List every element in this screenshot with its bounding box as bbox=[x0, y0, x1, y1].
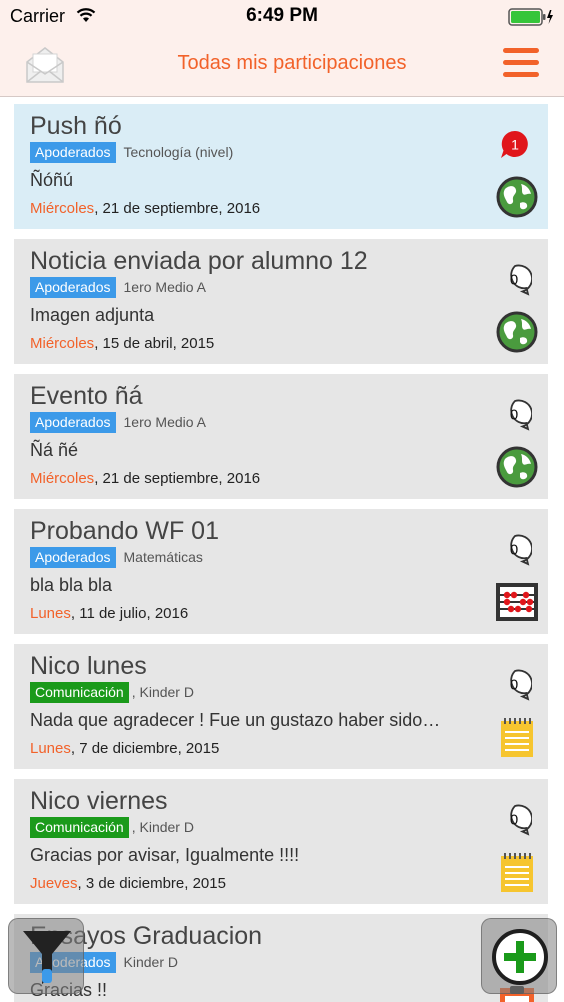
filter-funnel-icon bbox=[23, 931, 71, 984]
item-course: 1ero Medio A bbox=[123, 279, 207, 295]
add-button[interactable] bbox=[481, 918, 557, 994]
item-preview-text: Ñá ñé bbox=[30, 440, 79, 460]
item-tag-row: Apoderados Matemáticas bbox=[30, 546, 203, 568]
add-plus-icon bbox=[492, 929, 548, 985]
audience-badge: Apoderados bbox=[30, 546, 116, 568]
item-preview-text: Nada que agradecer ! Fue un gustazo habe… bbox=[30, 710, 441, 730]
comment-bubble-icon[interactable]: 0 bbox=[498, 398, 532, 432]
list-item[interactable]: Push ñó Apoderados Tecnología (nivel) Ñóñú M… bbox=[14, 104, 548, 229]
item-title: Noticia enviada por alumno 12 bbox=[30, 247, 368, 275]
comment-count: 0 bbox=[510, 677, 518, 694]
item-date: Miércoles, 21 de septiembre, 2016 bbox=[30, 470, 260, 487]
item-tag-row: Comunicación, Kinder D bbox=[30, 816, 194, 838]
comment-bubble-icon[interactable]: 0 bbox=[498, 263, 532, 297]
list-item[interactable]: Nico viernes Comunicación, Kinder D Gracia… bbox=[14, 779, 548, 904]
notepad-icon bbox=[496, 716, 538, 758]
comment-bubble-icon[interactable]: 0 bbox=[498, 668, 532, 702]
item-title: Evento ñá bbox=[30, 382, 143, 410]
battery-icon bbox=[508, 8, 553, 26]
item-date: Jueves, 3 de diciembre, 2015 bbox=[30, 875, 226, 892]
list-item[interactable]: Probando WF 01 Apoderados Matemáticas bla b… bbox=[14, 509, 548, 634]
item-date: Miércoles, 21 de septiembre, 2016 bbox=[30, 200, 260, 217]
item-title: Probando WF 01 bbox=[30, 517, 219, 545]
item-tag-row: Apoderados 1ero Medio A bbox=[30, 411, 206, 433]
comment-count: 0 bbox=[510, 542, 518, 559]
item-preview-text: bla bla bla bbox=[30, 575, 113, 595]
item-date: Lunes, 7 de diciembre, 2015 bbox=[30, 740, 219, 757]
nav-bar: Todas mis participaciones bbox=[0, 34, 564, 97]
list-item[interactable]: Ensayos GraduacionApoderadosKinder DGrac… bbox=[14, 914, 548, 1002]
comment-bubble-icon[interactable]: 0 bbox=[498, 803, 532, 837]
item-course: , Kinder D bbox=[131, 684, 194, 700]
item-preview-text: Imagen adjunta bbox=[30, 305, 155, 325]
notepad-icon bbox=[496, 851, 538, 893]
item-date-text: , 11 de julio, 2016 bbox=[70, 605, 189, 622]
item-title: Push ñó bbox=[30, 112, 122, 140]
globe-icon bbox=[496, 446, 538, 488]
item-preview-text: Ñóñú bbox=[30, 170, 74, 190]
item-course: 1ero Medio A bbox=[123, 414, 207, 430]
item-course: Tecnología (nivel) bbox=[123, 144, 234, 160]
globe-icon bbox=[496, 176, 538, 218]
item-date-text: , 15 de abril, 2015 bbox=[94, 335, 215, 352]
audience-badge: Apoderados bbox=[30, 411, 116, 433]
comment-count: 1 bbox=[511, 137, 519, 153]
item-course: Matemáticas bbox=[123, 549, 203, 565]
comment-count: 0 bbox=[510, 272, 518, 289]
comment-count: 0 bbox=[510, 812, 518, 829]
item-date: Miércoles, 15 de abril, 2015 bbox=[30, 335, 214, 352]
filter-button[interactable] bbox=[8, 918, 84, 994]
abacus-icon bbox=[496, 581, 538, 623]
item-title: Nico viernes bbox=[30, 787, 168, 815]
clock: 6:49 PM bbox=[246, 5, 318, 26]
item-weekday: Lunes bbox=[30, 740, 71, 757]
item-preview-text: Gracias por avisar, Igualmente !!!! bbox=[30, 845, 300, 865]
audience-badge: Apoderados bbox=[30, 141, 116, 163]
hamburger-menu-icon[interactable] bbox=[503, 48, 539, 78]
item-date-text: , 7 de diciembre, 2015 bbox=[70, 740, 220, 757]
item-weekday: Lunes bbox=[30, 605, 71, 622]
item-weekday: Miércoles bbox=[30, 335, 95, 352]
item-date-text: , 21 de septiembre, 2016 bbox=[94, 470, 261, 487]
list-item[interactable]: Nico lunes Comunicación, Kinder D Nada que… bbox=[14, 644, 548, 769]
item-tag-row: Apoderados 1ero Medio A bbox=[30, 276, 206, 298]
item-weekday: Jueves bbox=[30, 875, 78, 892]
item-course: Kinder D bbox=[123, 954, 178, 970]
list-item[interactable]: Evento ñá Apoderados 1ero Medio A Ñá ñé Miér… bbox=[14, 374, 548, 499]
item-title: Nico lunes bbox=[30, 652, 147, 680]
item-date: Lunes, 11 de julio, 2016 bbox=[30, 605, 188, 622]
participations-list[interactable]: Push ñó Apoderados Tecnología (nivel) Ñóñú M… bbox=[0, 98, 564, 1002]
audience-badge: Comunicación bbox=[30, 681, 129, 703]
audience-badge: Comunicación bbox=[30, 816, 129, 838]
globe-icon bbox=[496, 311, 538, 353]
list-item[interactable]: Noticia enviada por alumno 12 Apoderados 1… bbox=[14, 239, 548, 364]
unread-comments-badge-icon[interactable]: 1 bbox=[498, 128, 532, 162]
status-bar: Carrier 6:49 PM bbox=[0, 0, 564, 34]
item-tag-row: Apoderados Tecnología (nivel) bbox=[30, 141, 233, 163]
page-title: Todas mis participaciones bbox=[177, 52, 407, 74]
item-weekday: Miércoles bbox=[30, 470, 95, 487]
item-tag-row: Comunicación, Kinder D bbox=[30, 681, 194, 703]
audience-badge: Apoderados bbox=[30, 276, 116, 298]
comment-bubble-icon[interactable]: 0 bbox=[498, 533, 532, 567]
item-date-text: , 3 de diciembre, 2015 bbox=[77, 875, 226, 892]
item-course: , Kinder D bbox=[131, 819, 194, 835]
comment-count: 0 bbox=[510, 407, 518, 424]
item-weekday: Miércoles bbox=[30, 200, 95, 217]
item-date-text: , 21 de septiembre, 2016 bbox=[94, 200, 261, 217]
